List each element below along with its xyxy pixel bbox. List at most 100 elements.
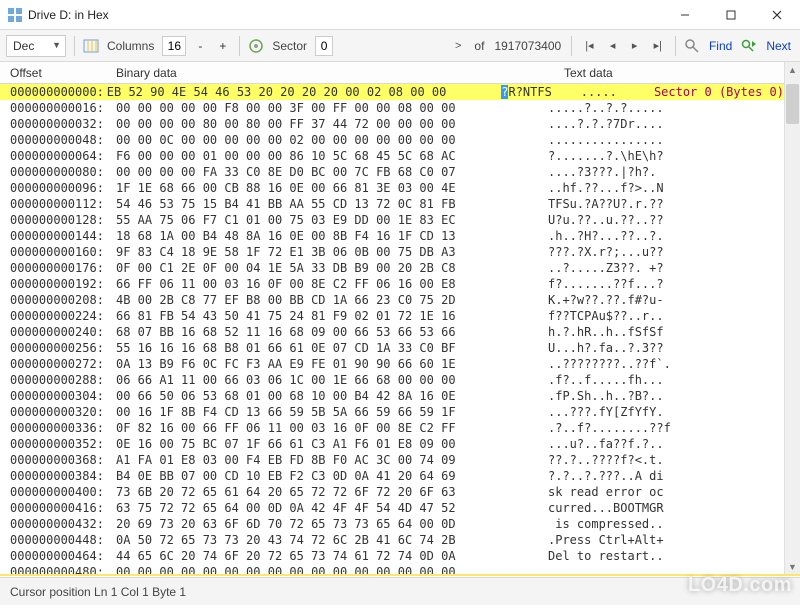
bytes-cell[interactable]: 00 00 00 00 FA 33 C0 8E D0 BC 00 7C FB 6… bbox=[116, 164, 548, 180]
hex-row[interactable]: 000000000400:73 6B 20 72 65 61 64 20 65 … bbox=[0, 484, 784, 500]
bytes-cell[interactable]: 00 00 00 00 80 00 80 00 FF 37 44 72 00 0… bbox=[116, 116, 548, 132]
hex-row[interactable]: 000000000208:4B 00 2B C8 77 EF B8 00 BB … bbox=[0, 292, 784, 308]
sector-input[interactable] bbox=[315, 36, 333, 56]
bytes-cell[interactable]: 1F 1E 68 66 00 CB 88 16 0E 00 66 81 3E 0… bbox=[116, 180, 548, 196]
bytes-cell[interactable]: 00 16 1F 8B F4 CD 13 66 59 5B 5A 66 59 6… bbox=[116, 404, 548, 420]
bytes-cell[interactable]: 0E 16 00 75 BC 07 1F 66 61 C3 A1 F6 01 E… bbox=[116, 436, 548, 452]
hex-row[interactable]: 000000000352:0E 16 00 75 BC 07 1F 66 61 … bbox=[0, 436, 784, 452]
text-cell[interactable]: .h..?H?...??..?. bbox=[548, 228, 678, 244]
bytes-cell[interactable]: B4 0E BB 07 00 CD 10 EB F2 C3 0D 0A 41 2… bbox=[116, 468, 548, 484]
window-minimize-button[interactable] bbox=[662, 0, 708, 30]
text-cell[interactable]: .f?..f.....fh... bbox=[548, 372, 678, 388]
text-cell[interactable]: .?..f?........??f bbox=[548, 420, 678, 436]
bytes-cell[interactable]: 54 46 53 75 15 B4 41 BB AA 55 CD 13 72 0… bbox=[116, 196, 548, 212]
bytes-cell[interactable]: 00 00 00 00 00 F8 00 00 3F 00 FF 00 00 0… bbox=[116, 100, 548, 116]
text-cell[interactable]: .Press Ctrl+Alt+ bbox=[548, 532, 678, 548]
hex-row[interactable]: 000000000096:1F 1E 68 66 00 CB 88 16 0E … bbox=[0, 180, 784, 196]
text-cell[interactable]: ....?.?.?7Dr.... bbox=[548, 116, 678, 132]
bytes-cell[interactable]: 0A 50 72 65 73 73 20 43 74 72 6C 2B 41 6… bbox=[116, 532, 548, 548]
bytes-cell[interactable]: F6 00 00 00 01 00 00 00 86 10 5C 68 45 5… bbox=[116, 148, 548, 164]
bytes-cell[interactable]: 9F 83 C4 18 9E 58 1F 72 E1 3B 06 0B 00 7… bbox=[116, 244, 548, 260]
hex-row[interactable]: 000000000240:68 07 BB 16 68 52 11 16 68 … bbox=[0, 324, 784, 340]
find-button[interactable]: Find bbox=[706, 36, 735, 56]
bytes-cell[interactable]: 00 66 50 06 53 68 01 00 68 10 00 B4 42 8… bbox=[116, 388, 548, 404]
bytes-cell[interactable]: EB 52 90 4E 54 46 53 20 20 20 20 00 02 0… bbox=[107, 84, 501, 100]
hex-row[interactable]: 000000000224:66 81 FB 54 43 50 41 75 24 … bbox=[0, 308, 784, 324]
hex-row[interactable]: 000000000000:EB 52 90 4E 54 46 53 20 20 … bbox=[0, 84, 784, 100]
columns-decrease-button[interactable]: - bbox=[192, 36, 208, 56]
hex-row[interactable]: 000000000320:00 16 1F 8B F4 CD 13 66 59 … bbox=[0, 404, 784, 420]
hex-row[interactable]: 000000000416:63 75 72 72 65 64 00 0D 0A … bbox=[0, 500, 784, 516]
text-cell[interactable]: U...h?.fa..?.3?? bbox=[548, 340, 678, 356]
columns-input[interactable] bbox=[162, 36, 186, 56]
text-cell[interactable]: is compressed.. bbox=[548, 516, 678, 532]
hex-row[interactable]: 000000000128:55 AA 75 06 F7 C1 01 00 75 … bbox=[0, 212, 784, 228]
text-cell[interactable]: U?u.??..u.??..?? bbox=[548, 212, 678, 228]
text-cell[interactable]: ....?3???.|?h?. bbox=[548, 164, 678, 180]
window-close-button[interactable] bbox=[754, 0, 800, 30]
text-cell[interactable]: TFSu.?A??U?.r.?? bbox=[548, 196, 678, 212]
bytes-cell[interactable]: 20 69 73 20 63 6F 6D 70 72 65 73 73 65 6… bbox=[116, 516, 548, 532]
text-cell[interactable]: ..hf.??...f?>..N bbox=[548, 180, 678, 196]
scroll-up-button[interactable]: ▲ bbox=[785, 62, 800, 78]
bytes-cell[interactable]: 66 81 FB 54 43 50 41 75 24 81 F9 02 01 7… bbox=[116, 308, 548, 324]
hex-row[interactable]: 000000000464:44 65 6C 20 74 6F 20 72 65 … bbox=[0, 548, 784, 564]
bytes-cell[interactable]: 68 07 BB 16 68 52 11 16 68 09 00 66 53 6… bbox=[116, 324, 548, 340]
text-cell[interactable]: ..?.....Z3??. +? bbox=[548, 260, 678, 276]
text-cell[interactable]: ?.?..?.???..A di bbox=[548, 468, 678, 484]
bytes-cell[interactable]: 55 16 16 16 68 B8 01 66 61 0E 07 CD 1A 3… bbox=[116, 340, 548, 356]
bytes-cell[interactable]: 00 00 0C 00 00 00 00 00 02 00 00 00 00 0… bbox=[116, 132, 548, 148]
text-cell[interactable]: ??.?..????f?<.t. bbox=[548, 452, 678, 468]
hex-row[interactable]: 000000000160:9F 83 C4 18 9E 58 1F 72 E1 … bbox=[0, 244, 784, 260]
bytes-cell[interactable]: 44 65 6C 20 74 6F 20 72 65 73 74 61 72 7… bbox=[116, 548, 548, 564]
bytes-cell[interactable]: 63 75 72 72 65 64 00 0D 0A 42 4F 4F 54 4… bbox=[116, 500, 548, 516]
hex-row[interactable]: 000000000048:00 00 0C 00 00 00 00 00 02 … bbox=[0, 132, 784, 148]
hex-row[interactable]: 000000000288:06 66 A1 11 00 66 03 06 1C … bbox=[0, 372, 784, 388]
nav-first-button[interactable]: |◂ bbox=[580, 36, 598, 56]
text-cell[interactable]: Del to restart.. bbox=[548, 548, 678, 564]
hex-row[interactable]: 000000000432:20 69 73 20 63 6F 6D 70 72 … bbox=[0, 516, 784, 532]
nav-prev-button[interactable]: ◂ bbox=[605, 36, 621, 56]
sector-goto-button[interactable]: > bbox=[450, 36, 466, 56]
hex-row[interactable]: 000000000336:0F 82 16 00 66 FF 06 11 00 … bbox=[0, 420, 784, 436]
bytes-cell[interactable]: 4B 00 2B C8 77 EF B8 00 BB CD 1A 66 23 C… bbox=[116, 292, 548, 308]
text-cell[interactable]: ???.?X.r?;...u?? bbox=[548, 244, 678, 260]
text-cell[interactable]: K.+?w??.??.f#?u- bbox=[548, 292, 678, 308]
mode-select[interactable]: Dec ▼ bbox=[6, 35, 66, 57]
hex-row[interactable]: 000000000192:66 FF 06 11 00 03 16 0F 00 … bbox=[0, 276, 784, 292]
text-cell[interactable]: ?R?NTFS ..... bbox=[501, 84, 620, 100]
text-cell[interactable]: curred...BOOTMGR bbox=[548, 500, 678, 516]
text-cell[interactable]: ................ bbox=[548, 132, 678, 148]
nav-next-button[interactable]: ▸ bbox=[627, 36, 643, 56]
window-maximize-button[interactable] bbox=[708, 0, 754, 30]
hex-row[interactable]: 000000000080:00 00 00 00 FA 33 C0 8E D0 … bbox=[0, 164, 784, 180]
text-cell[interactable]: f?.......??f...? bbox=[548, 276, 678, 292]
hex-row[interactable]: 000000000112:54 46 53 75 15 B4 41 BB AA … bbox=[0, 196, 784, 212]
text-cell[interactable]: ...u?..fa??f.?.. bbox=[548, 436, 678, 452]
text-cell[interactable]: sk read error oc bbox=[548, 484, 678, 500]
hex-row[interactable]: 000000000448:0A 50 72 65 73 73 20 43 74 … bbox=[0, 532, 784, 548]
bytes-cell[interactable]: 0F 82 16 00 66 FF 06 11 00 03 16 0F 00 8… bbox=[116, 420, 548, 436]
text-cell[interactable]: ..????????..??f`. bbox=[548, 356, 678, 372]
next-button[interactable]: Next bbox=[763, 36, 794, 56]
hex-row[interactable]: 000000000144:18 68 1A 00 B4 48 8A 16 0E … bbox=[0, 228, 784, 244]
hex-row[interactable]: 000000000384:B4 0E BB 07 00 CD 10 EB F2 … bbox=[0, 468, 784, 484]
hex-row[interactable]: 000000000256:55 16 16 16 68 B8 01 66 61 … bbox=[0, 340, 784, 356]
hex-row[interactable]: 000000000016:00 00 00 00 00 F8 00 00 3F … bbox=[0, 100, 784, 116]
nav-last-button[interactable]: ▸| bbox=[649, 36, 667, 56]
scroll-down-button[interactable]: ▼ bbox=[785, 559, 800, 575]
hex-viewer[interactable]: 000000000000:EB 52 90 4E 54 46 53 20 20 … bbox=[0, 84, 784, 575]
hex-row[interactable]: 000000000064:F6 00 00 00 01 00 00 00 86 … bbox=[0, 148, 784, 164]
text-cell[interactable]: .fP.Sh..h..?B?.. bbox=[548, 388, 678, 404]
text-cell[interactable]: .....?..?.?..... bbox=[548, 100, 678, 116]
hex-row[interactable]: 000000000032:00 00 00 00 80 00 80 00 FF … bbox=[0, 116, 784, 132]
bytes-cell[interactable]: 0F 00 C1 2E 0F 00 04 1E 5A 33 DB B9 00 2… bbox=[116, 260, 548, 276]
bytes-cell[interactable]: 66 FF 06 11 00 03 16 0F 00 8E C2 FF 06 1… bbox=[116, 276, 548, 292]
hex-row[interactable]: 000000000272:0A 13 B9 F6 0C FC F3 AA E9 … bbox=[0, 356, 784, 372]
bytes-cell[interactable]: 18 68 1A 00 B4 48 8A 16 0E 00 8B F4 16 1… bbox=[116, 228, 548, 244]
hex-row[interactable]: 000000000176:0F 00 C1 2E 0F 00 04 1E 5A … bbox=[0, 260, 784, 276]
bytes-cell[interactable]: 0A 13 B9 F6 0C FC F3 AA E9 FE 01 90 90 6… bbox=[116, 356, 548, 372]
columns-increase-button[interactable]: + bbox=[214, 36, 231, 56]
bytes-cell[interactable]: 73 6B 20 72 65 61 64 20 65 72 72 6F 72 2… bbox=[116, 484, 548, 500]
text-cell[interactable]: f??TCPAu$??..r.. bbox=[548, 308, 678, 324]
